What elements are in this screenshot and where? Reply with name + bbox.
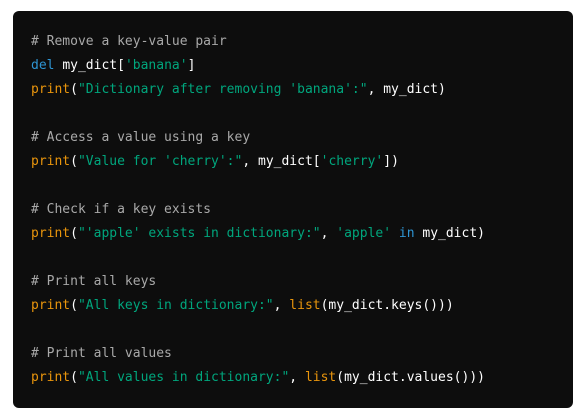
code-function: list (289, 298, 321, 313)
code-string: 'banana' (124, 58, 188, 73)
code-line-12: print("All keys in dictionary:", list(my… (31, 294, 573, 318)
code-string: "All values in dictionary:" (77, 370, 290, 385)
code-string: 'cherry' (320, 154, 384, 169)
code-punct: ( (70, 370, 78, 385)
code-string: "'apple' exists in dictionary:" (77, 226, 321, 241)
code-line-11: # Print all keys (31, 270, 573, 294)
code-line-2: del my_dict['banana'] (31, 54, 573, 78)
code-line-5: # Access a value using a key (31, 126, 573, 150)
code-punct: ( (70, 226, 78, 241)
code-function: print (31, 298, 71, 313)
code-comment: # Remove a key-value pair (31, 34, 227, 49)
code-keyword: del (31, 58, 55, 73)
code-string: 'apple' (336, 226, 392, 241)
code-punct: ]) (383, 154, 399, 169)
code-block: # Remove a key-value pair del my_dict['b… (13, 11, 573, 408)
code-punct: ( (70, 154, 78, 169)
code-punct: ] (187, 58, 196, 73)
code-function: print (31, 82, 71, 97)
code-args: , (320, 226, 337, 241)
code-line-8: # Check if a key exists (31, 198, 573, 222)
code-function: print (31, 154, 71, 169)
code-args: my_dict) (414, 226, 485, 241)
code-string: "All keys in dictionary:" (77, 298, 274, 313)
code-function: print (31, 370, 71, 385)
code-string: "Dictionary after removing 'banana':" (77, 82, 368, 97)
code-keyword: in (398, 226, 415, 241)
code-function: list (304, 370, 337, 385)
code-punct: ( (70, 298, 78, 313)
code-args: , my_dict[ (242, 154, 321, 169)
code-comment: # Access a value using a key (31, 130, 251, 145)
code-line-14: # Print all values (31, 342, 573, 366)
code-line-15: print("All values in dictionary:", list(… (31, 366, 573, 390)
code-line-6: print("Value for 'cherry':", my_dict['ch… (31, 150, 573, 174)
code-variable: my_dict[ (62, 58, 125, 73)
code-line-3: print("Dictionary after removing 'banana… (31, 78, 573, 102)
code-args: , (273, 298, 290, 313)
code-args: , (289, 370, 305, 385)
code-string: "Value for 'cherry':" (77, 154, 243, 169)
code-line-1: # Remove a key-value pair (31, 30, 573, 54)
code-args: (my_dict.keys())) (320, 298, 454, 313)
code-function: print (31, 226, 71, 241)
code-comment: # Print all keys (31, 274, 157, 289)
code-comment: # Print all values (31, 346, 172, 361)
code-comment: # Check if a key exists (31, 202, 212, 217)
code-punct: ( (70, 82, 78, 97)
code-line-9: print("'apple' exists in dictionary:", '… (31, 222, 573, 246)
code-args: (my_dict.values())) (336, 370, 485, 385)
code-args: , my_dict) (367, 82, 446, 97)
